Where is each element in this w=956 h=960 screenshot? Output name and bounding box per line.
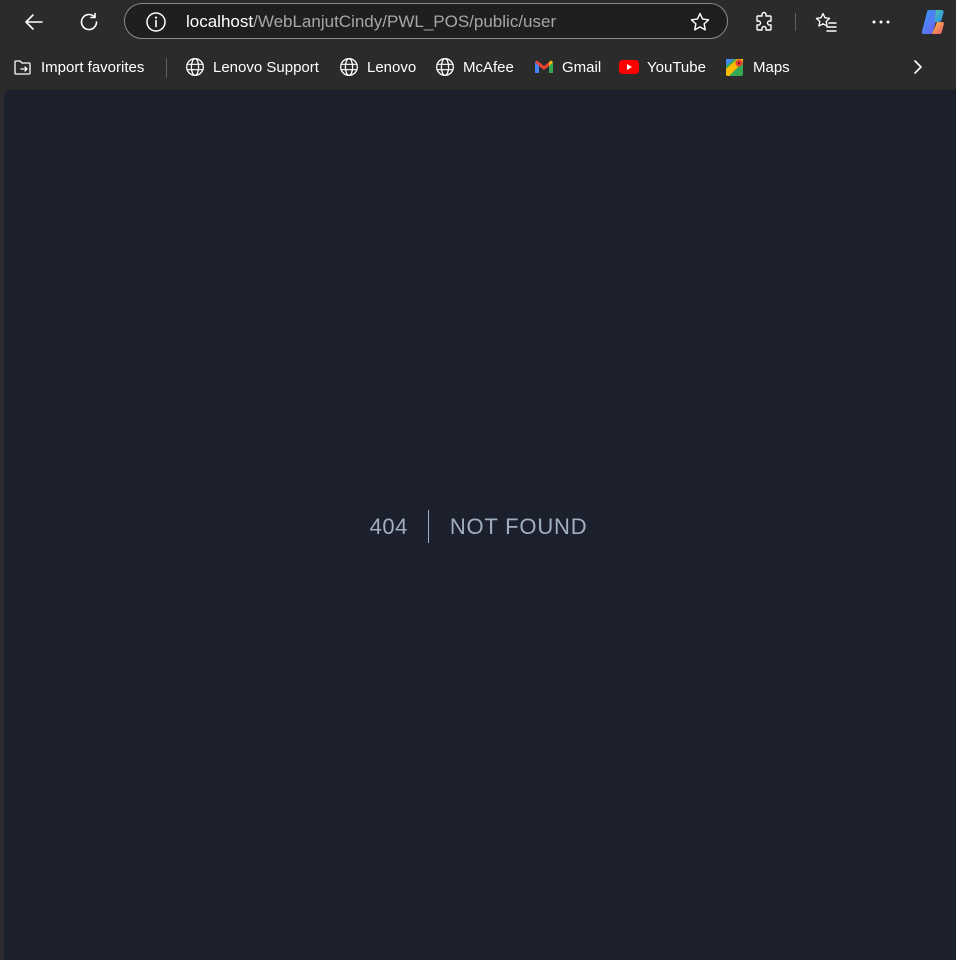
favorite-label: Import favorites	[41, 58, 145, 76]
favorite-import-favorites[interactable]: Import favorites	[13, 56, 144, 78]
more-icon	[872, 20, 890, 24]
error-message: Not Found	[449, 514, 588, 539]
page-content: 404 Not Found	[4, 90, 956, 960]
url-text[interactable]: localhost/WebLanjutCindy/PWL_POS/public/…	[186, 12, 556, 32]
favorite-maps[interactable]: Maps	[725, 56, 790, 78]
favorite-youtube[interactable]: YouTube	[619, 56, 706, 78]
favorite-label: Lenovo	[367, 58, 417, 76]
import-icon	[13, 57, 33, 77]
puzzle-icon	[756, 11, 772, 31]
favorite-label: McAfee	[463, 58, 514, 76]
favorites-divider	[166, 58, 167, 78]
back-button[interactable]	[18, 6, 50, 38]
chevron-right-icon[interactable]	[908, 56, 928, 78]
url-path: /WebLanjutCindy/PWL_POS/public/user	[253, 12, 557, 31]
globe-icon	[435, 57, 455, 77]
gmail-icon	[534, 57, 554, 77]
favorite-mcafee[interactable]: McAfee	[435, 56, 514, 78]
error-message-row: 404 Not Found	[370, 510, 588, 543]
info-icon[interactable]	[145, 11, 167, 33]
favorite-label: Gmail	[562, 58, 602, 76]
favorites-bar: Import favorites Lenovo Support Lenovo M…	[0, 48, 956, 86]
favorite-label: YouTube	[647, 58, 706, 76]
toolbar-divider	[795, 13, 796, 31]
globe-icon	[185, 57, 205, 77]
refresh-icon	[80, 12, 98, 31]
extensions-button[interactable]	[749, 6, 781, 38]
error-code: 404	[370, 510, 429, 543]
favorite-label: Lenovo Support	[213, 58, 319, 76]
favorite-gmail[interactable]: Gmail	[534, 56, 601, 78]
youtube-icon	[619, 57, 639, 77]
star-icon[interactable]	[689, 11, 711, 33]
favorites-button[interactable]	[810, 6, 842, 38]
address-bar[interactable]: localhost/WebLanjutCindy/PWL_POS/public/…	[124, 3, 728, 39]
url-host: localhost	[186, 12, 254, 31]
maps-icon	[725, 57, 745, 77]
error-container: 404 Not Found	[4, 90, 956, 960]
copilot-icon[interactable]	[919, 8, 947, 36]
browser-toolbar: localhost/WebLanjutCindy/PWL_POS/public/…	[0, 0, 956, 44]
more-button[interactable]	[865, 6, 897, 38]
back-arrow-icon	[25, 14, 43, 30]
refresh-button[interactable]	[73, 6, 105, 38]
favorite-label: Maps	[753, 58, 790, 76]
favorite-lenovo-support[interactable]: Lenovo Support	[185, 56, 319, 78]
favorite-lenovo[interactable]: Lenovo	[339, 56, 416, 78]
favorites-icon	[815, 12, 837, 32]
globe-icon	[339, 57, 359, 77]
